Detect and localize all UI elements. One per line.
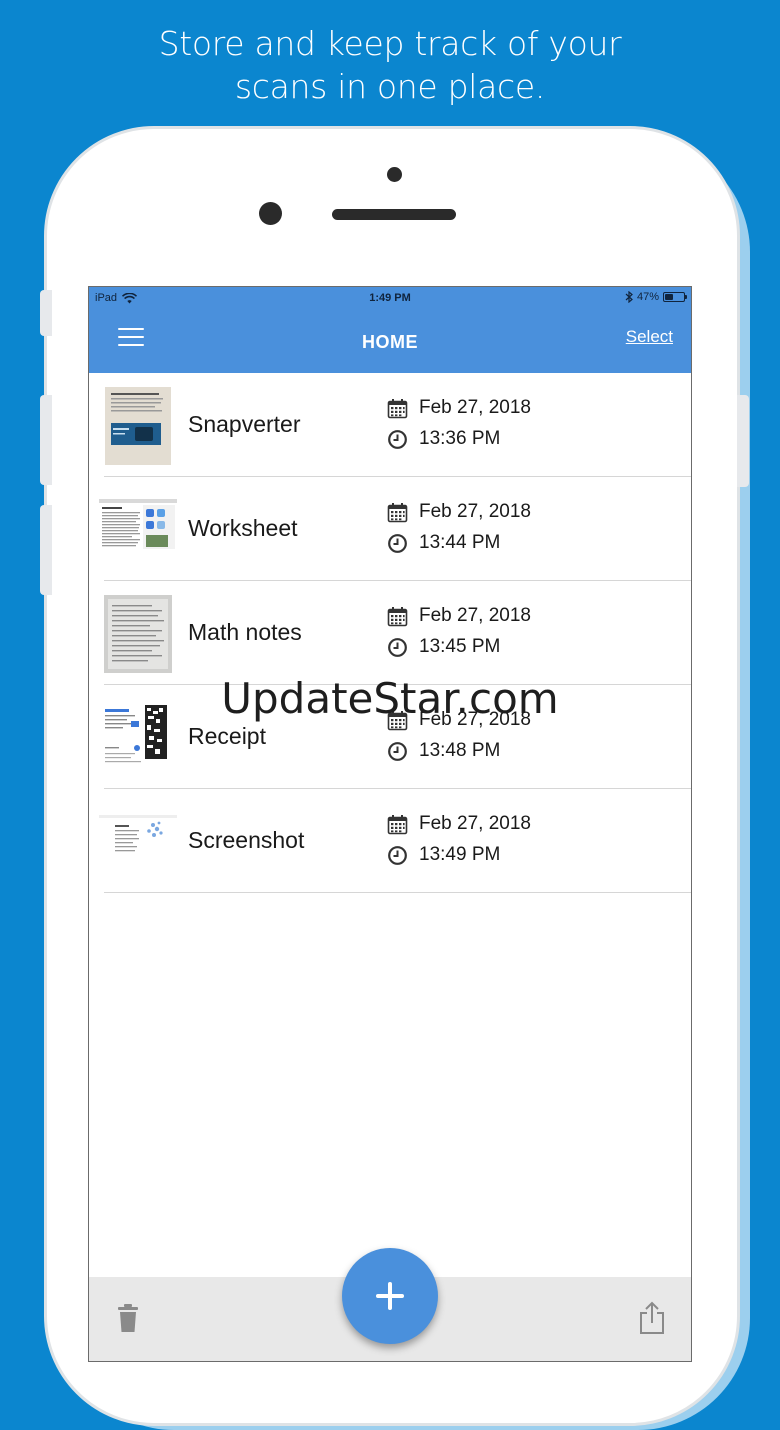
clock-icon: [388, 845, 407, 865]
battery-icon: [663, 292, 687, 302]
app-screen: iPad 1:49 PM 47% HOME Select Snapverter …: [88, 286, 692, 1362]
trash-icon[interactable]: [117, 1303, 139, 1333]
phone-speaker: [332, 209, 456, 220]
document-list: Snapverter Feb 27, 2018 13:36 PM Workshe…: [89, 373, 691, 893]
document-name: Math notes: [188, 619, 302, 645]
document-name: Screenshot: [188, 827, 305, 853]
calendar-icon: [387, 502, 408, 522]
document-row[interactable]: Screenshot Feb 27, 2018 13:49 PM: [89, 789, 691, 893]
phone-front-camera: [259, 202, 282, 225]
document-date: Feb 27, 2018: [387, 605, 531, 627]
date-text: Feb 27, 2018: [419, 813, 531, 834]
clock-icon: [388, 637, 407, 657]
share-icon[interactable]: [639, 1301, 665, 1335]
document-date: Feb 27, 2018: [387, 813, 531, 835]
calendar-icon: [387, 814, 408, 834]
document-thumbnail: [99, 491, 177, 569]
calendar-icon: [387, 398, 408, 418]
date-text: Feb 27, 2018: [419, 605, 531, 626]
document-time: 13:48 PM: [387, 740, 500, 762]
calendar-icon: [387, 606, 408, 626]
document-name: Worksheet: [188, 515, 298, 541]
document-thumbnail: [104, 595, 172, 673]
document-name: Snapverter: [188, 411, 301, 437]
clock-icon: [388, 429, 407, 449]
page-title: HOME: [362, 332, 418, 352]
document-name: Receipt: [188, 723, 266, 749]
document-time: 13:44 PM: [387, 532, 500, 554]
status-time: 1:49 PM: [369, 292, 411, 304]
clock-icon: [388, 533, 407, 553]
document-row[interactable]: Worksheet Feb 27, 2018 13:44 PM: [89, 477, 691, 581]
document-thumbnail: [105, 387, 171, 465]
headline-line-2: scans in one place.: [234, 67, 546, 106]
phone-sensor: [387, 167, 402, 182]
headline: Store and keep track of your scans in on…: [0, 22, 780, 108]
headline-line-1: Store and keep track of your: [158, 24, 622, 63]
document-row[interactable]: Snapverter Feb 27, 2018 13:36 PM: [89, 373, 691, 477]
clock-icon: [388, 741, 407, 761]
document-thumbnail: [99, 803, 177, 881]
phone-volume-down: [40, 505, 52, 595]
date-text: Feb 27, 2018: [419, 397, 531, 418]
battery-fill: [665, 294, 673, 300]
nav-bar: HOME Select: [89, 311, 691, 373]
document-time: 13:45 PM: [387, 636, 500, 658]
watermark: UpdateStar.com: [221, 674, 559, 723]
time-text: 13:48 PM: [419, 740, 501, 761]
phone-mute-switch: [40, 290, 52, 336]
battery-percent: 47%: [636, 291, 659, 303]
document-time: 13:49 PM: [387, 844, 500, 866]
document-date: Feb 27, 2018: [387, 397, 531, 419]
time-text: 13:45 PM: [419, 636, 501, 657]
add-scan-button[interactable]: [342, 1248, 438, 1344]
time-text: 13:49 PM: [419, 844, 501, 865]
time-text: 13:44 PM: [419, 532, 501, 553]
document-row[interactable]: Math notes Feb 27, 2018 13:45 PM: [89, 581, 691, 685]
document-time: 13:36 PM: [387, 428, 500, 450]
select-button[interactable]: Select: [626, 327, 673, 347]
phone-volume-up: [40, 395, 52, 485]
phone-power-button: [737, 395, 749, 487]
time-text: 13:36 PM: [419, 428, 501, 449]
status-bar: iPad 1:49 PM 47%: [89, 287, 691, 311]
date-text: Feb 27, 2018: [419, 501, 531, 522]
status-right: 47%: [625, 291, 687, 303]
document-date: Feb 27, 2018: [387, 501, 531, 523]
bluetooth-icon: [625, 291, 633, 303]
